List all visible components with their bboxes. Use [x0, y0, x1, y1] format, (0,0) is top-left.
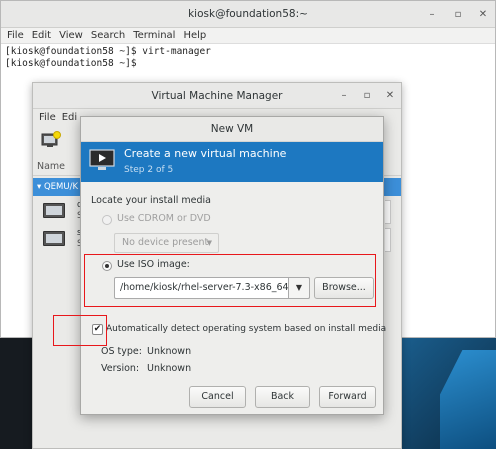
new-vm-icon[interactable] [41, 131, 61, 149]
menu-file[interactable]: File [7, 28, 24, 43]
minimize-icon[interactable]: – [337, 83, 351, 109]
menu-search[interactable]: Search [91, 28, 125, 43]
menu-edit[interactable]: Edi [62, 109, 77, 127]
back-button[interactable]: Back [255, 386, 310, 408]
terminal-line: [kiosk@foundation58 ~]$ [5, 58, 137, 69]
monitor-icon [43, 203, 65, 218]
forward-button[interactable]: Forward [319, 386, 376, 408]
desktop-panel [0, 338, 32, 449]
os-type-value: Unknown [147, 346, 192, 357]
close-icon[interactable]: ✕ [476, 1, 490, 28]
iso-radio[interactable] [102, 261, 112, 271]
version-label: Version: [101, 363, 140, 374]
autodetect-label: Automatically detect operating system ba… [106, 324, 387, 334]
terminal-titlebar[interactable]: kiosk@foundation58:~ – ▫ ✕ [1, 1, 495, 28]
wizard-banner: Create a new virtual machine Step 2 of 5 [81, 142, 383, 182]
maximize-icon[interactable]: ▫ [360, 83, 374, 109]
cdrom-device-select[interactable]: No device present ▼ [114, 233, 219, 253]
banner-step: Step 2 of 5 [124, 165, 174, 175]
locate-media-label: Locate your install media [91, 195, 211, 206]
vm-row-usage-cell [385, 228, 391, 252]
terminal-menubar: File Edit View Search Terminal Help [1, 28, 495, 44]
iso-dropdown-button[interactable]: ▼ [288, 277, 310, 299]
close-icon[interactable]: ✕ [383, 83, 397, 109]
dialog-title: New VM [81, 117, 383, 142]
autodetect-checkbox[interactable]: ✔ [92, 324, 103, 335]
cdrom-radio[interactable] [102, 215, 112, 225]
vmm-titlebar[interactable]: Virtual Machine Manager – ▫ ✕ [33, 83, 401, 109]
cancel-button[interactable]: Cancel [189, 386, 246, 408]
browse-button[interactable]: Browse... [314, 277, 374, 299]
cdrom-label: Use CDROM or DVD [117, 213, 211, 224]
chevron-down-icon: ▼ [295, 283, 303, 292]
new-vm-dialog: New VM Create a new virtual machine Step… [80, 116, 387, 415]
vm-row[interactable]: se St [37, 228, 87, 254]
create-vm-icon [89, 149, 115, 170]
iso-path-input[interactable]: /home/kiosk/rhel-server-7.3-x86_64 [114, 277, 310, 299]
cdrom-device-value: No device present [122, 237, 209, 248]
chevron-down-icon: ▼ [206, 239, 212, 247]
os-type-label: OS type: [101, 346, 142, 357]
vmm-title: Virtual Machine Manager [151, 90, 283, 102]
vm-row-usage-cell [385, 200, 391, 224]
menu-view[interactable]: View [59, 28, 83, 43]
menu-edit[interactable]: Edit [32, 28, 51, 43]
version-value: Unknown [147, 363, 192, 374]
minimize-icon[interactable]: – [425, 1, 439, 28]
menu-file[interactable]: File [39, 109, 56, 127]
vm-row[interactable]: de St [37, 200, 88, 226]
iso-label: Use ISO image: [117, 259, 190, 270]
menu-help[interactable]: Help [183, 28, 206, 43]
terminal-output[interactable]: [kiosk@foundation58 ~]$ virt-manager [ki… [1, 44, 495, 72]
terminal-line: [kiosk@foundation58 ~]$ virt-manager [5, 46, 211, 57]
banner-title: Create a new virtual machine [124, 147, 287, 160]
monitor-icon [43, 231, 65, 246]
terminal-title: kiosk@foundation58:~ [188, 8, 308, 20]
maximize-icon[interactable]: ▫ [451, 1, 465, 28]
menu-terminal[interactable]: Terminal [133, 28, 175, 43]
